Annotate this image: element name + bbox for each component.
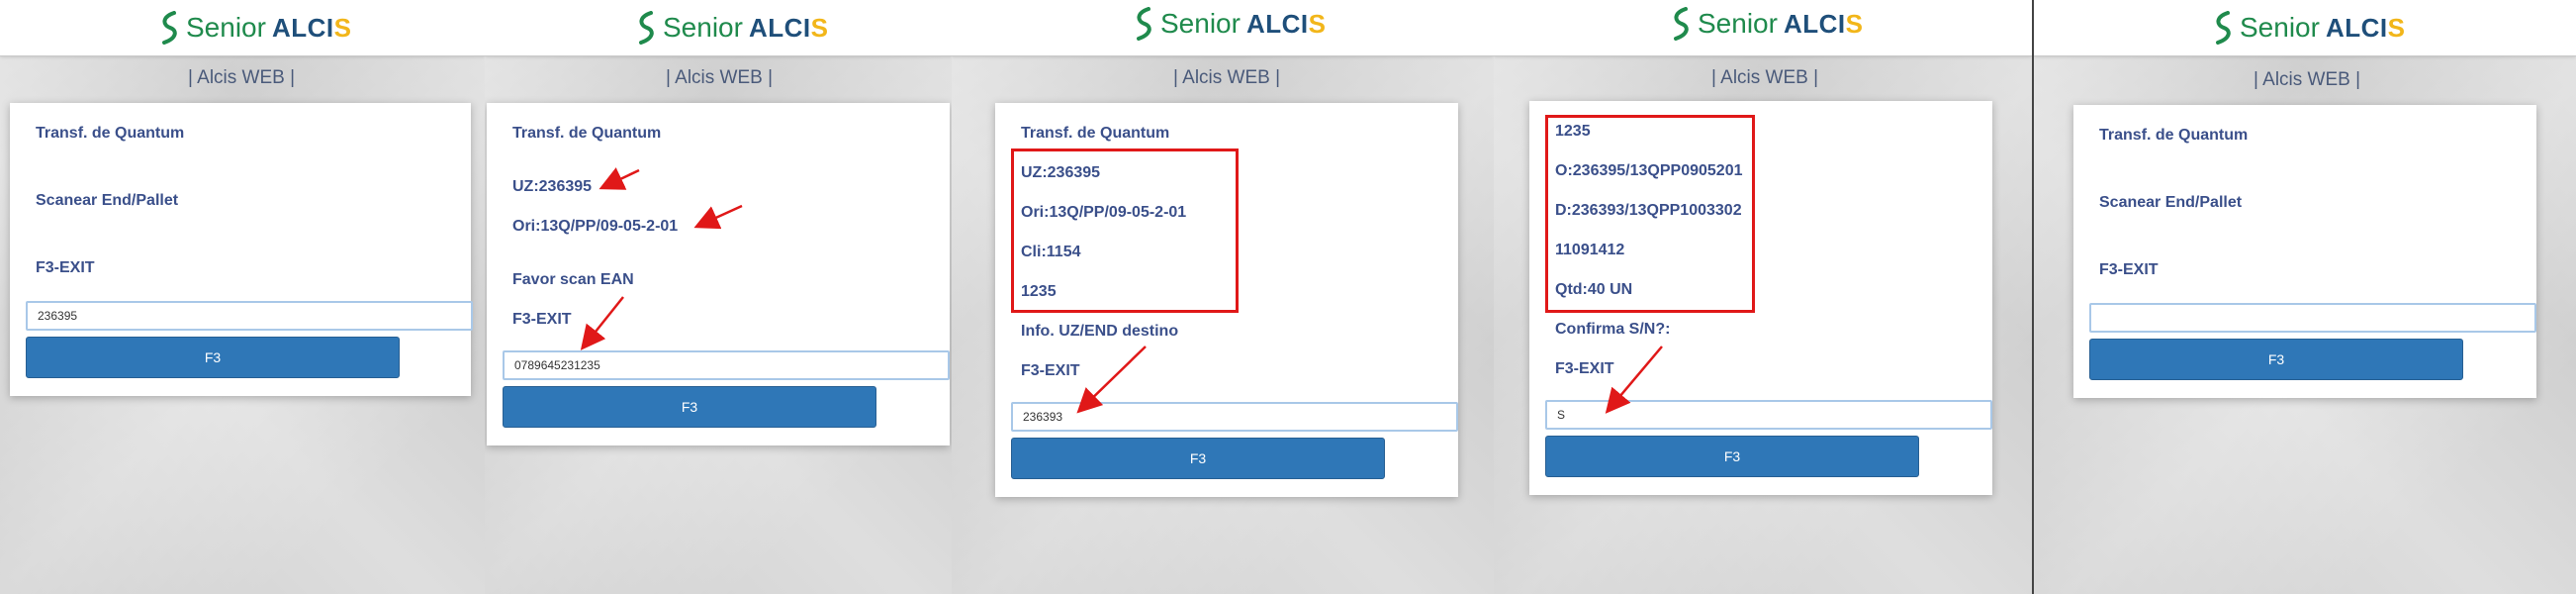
- annotation-arrow: [693, 204, 743, 230]
- annotation-arrow: [580, 296, 624, 350]
- annotation-arrow: [1605, 346, 1663, 414]
- annotation-arrow: [598, 167, 640, 190]
- annotation-arrow: [1076, 346, 1147, 414]
- annotation-arrows: [580, 167, 1663, 414]
